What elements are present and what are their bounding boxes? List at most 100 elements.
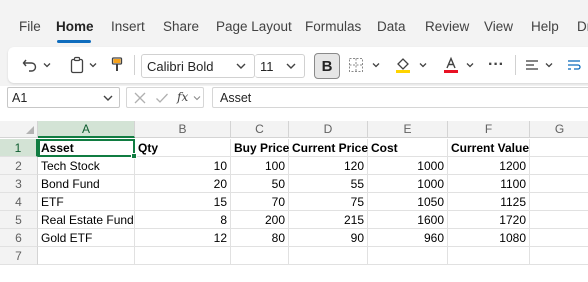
tab-view[interactable]: View bbox=[484, 19, 513, 34]
cell-e2[interactable]: 1000 bbox=[368, 157, 448, 175]
enter-check-icon[interactable] bbox=[155, 91, 169, 105]
more-options-button[interactable]: ··· bbox=[485, 55, 507, 75]
cell-c3[interactable]: 50 bbox=[231, 175, 289, 193]
cell-f3[interactable]: 1100 bbox=[448, 175, 530, 193]
undo-dropdown[interactable] bbox=[41, 55, 53, 75]
fill-color-dropdown[interactable] bbox=[417, 55, 429, 75]
cell-c4[interactable]: 70 bbox=[231, 193, 289, 211]
cell-g6[interactable] bbox=[530, 229, 588, 247]
row-header-5[interactable]: 5 bbox=[0, 211, 38, 229]
tab-help[interactable]: Help bbox=[531, 19, 559, 34]
font-size-select[interactable]: 11 bbox=[255, 54, 305, 78]
paste-button[interactable] bbox=[67, 55, 87, 75]
align-dropdown[interactable] bbox=[543, 55, 555, 75]
column-header-g[interactable]: G bbox=[530, 121, 588, 138]
font-color-dropdown[interactable] bbox=[464, 55, 476, 75]
tab-data[interactable]: Data bbox=[377, 19, 406, 34]
tab-share[interactable]: Share bbox=[163, 19, 199, 34]
cell-d1[interactable]: Current Price bbox=[289, 139, 368, 157]
cell-f2[interactable]: 1200 bbox=[448, 157, 530, 175]
wrap-text-button[interactable] bbox=[564, 55, 584, 75]
cell-d7[interactable] bbox=[289, 247, 368, 265]
paste-dropdown[interactable] bbox=[87, 55, 99, 75]
font-color-button[interactable] bbox=[441, 55, 461, 75]
cell-c7[interactable] bbox=[231, 247, 289, 265]
cell-b1[interactable]: Qty bbox=[135, 139, 231, 157]
format-painter-button[interactable] bbox=[108, 55, 126, 75]
cell-f1[interactable]: Current Value bbox=[448, 139, 530, 157]
tab-home[interactable]: Home bbox=[56, 19, 94, 34]
cell-c2[interactable]: 100 bbox=[231, 157, 289, 175]
borders-button[interactable] bbox=[346, 55, 366, 75]
font-name-select[interactable]: Calibri Bold bbox=[141, 54, 255, 78]
column-header-d[interactable]: D bbox=[289, 121, 368, 138]
cell-g5[interactable] bbox=[530, 211, 588, 229]
cell-d3[interactable]: 55 bbox=[289, 175, 368, 193]
cell-e1[interactable]: Cost bbox=[368, 139, 448, 157]
cell-d2[interactable]: 120 bbox=[289, 157, 368, 175]
row-header-2[interactable]: 2 bbox=[0, 157, 38, 175]
cell-b3[interactable]: 20 bbox=[135, 175, 231, 193]
formula-input[interactable]: Asset bbox=[212, 87, 588, 108]
cell-f7[interactable] bbox=[448, 247, 530, 265]
cell-b6[interactable]: 12 bbox=[135, 229, 231, 247]
cell-g3[interactable] bbox=[530, 175, 588, 193]
align-button[interactable] bbox=[522, 55, 542, 75]
cell-a4[interactable]: ETF bbox=[38, 193, 135, 211]
row-header-1[interactable]: 1 bbox=[0, 139, 38, 157]
cell-a2[interactable]: Tech Stock bbox=[38, 157, 135, 175]
cell-b2[interactable]: 10 bbox=[135, 157, 231, 175]
column-header-b[interactable]: B bbox=[135, 121, 231, 138]
cell-b4[interactable]: 15 bbox=[135, 193, 231, 211]
cell-f5[interactable]: 1720 bbox=[448, 211, 530, 229]
row-header-6[interactable]: 6 bbox=[0, 229, 38, 247]
borders-dropdown[interactable] bbox=[370, 55, 382, 75]
cell-e7[interactable] bbox=[368, 247, 448, 265]
row-header-7[interactable]: 7 bbox=[0, 247, 38, 265]
cancel-icon[interactable] bbox=[133, 91, 147, 105]
fill-color-button[interactable] bbox=[393, 55, 413, 75]
cell-d4[interactable]: 75 bbox=[289, 193, 368, 211]
tab-draw[interactable]: Dr bbox=[577, 19, 588, 34]
cell-e3[interactable]: 1000 bbox=[368, 175, 448, 193]
cell-g4[interactable] bbox=[530, 193, 588, 211]
cell-b5[interactable]: 8 bbox=[135, 211, 231, 229]
cell-c6[interactable]: 80 bbox=[231, 229, 289, 247]
column-header-a[interactable]: A bbox=[38, 121, 135, 138]
cell-e4[interactable]: 1050 bbox=[368, 193, 448, 211]
tab-review[interactable]: Review bbox=[425, 19, 469, 34]
cell-c5[interactable]: 200 bbox=[231, 211, 289, 229]
cell-b7[interactable] bbox=[135, 247, 231, 265]
row-header-4[interactable]: 4 bbox=[0, 193, 38, 211]
cell-e6[interactable]: 960 bbox=[368, 229, 448, 247]
cell-a6[interactable]: Gold ETF bbox=[38, 229, 135, 247]
column-header-f[interactable]: F bbox=[448, 121, 530, 138]
cell-f6[interactable]: 1080 bbox=[448, 229, 530, 247]
column-header-e[interactable]: E bbox=[368, 121, 448, 138]
cell-c1[interactable]: Buy Price bbox=[231, 139, 289, 157]
tab-page-layout[interactable]: Page Layout bbox=[216, 19, 292, 34]
cell-d5[interactable]: 215 bbox=[289, 211, 368, 229]
cell-g7[interactable] bbox=[530, 247, 588, 265]
fill-handle[interactable] bbox=[131, 153, 137, 159]
cell-a1[interactable]: Asset bbox=[38, 139, 135, 157]
cell-g1[interactable] bbox=[530, 139, 588, 157]
cell-a5[interactable]: Real Estate Fund bbox=[38, 211, 135, 229]
cell-a3[interactable]: Bond Fund bbox=[38, 175, 135, 193]
cell-a7[interactable] bbox=[38, 247, 135, 265]
chevron-down-icon[interactable] bbox=[193, 94, 201, 102]
tab-formulas[interactable]: Formulas bbox=[305, 19, 361, 34]
insert-function-icon[interactable]: fx bbox=[177, 90, 188, 104]
undo-button[interactable] bbox=[20, 55, 40, 75]
column-header-c[interactable]: C bbox=[231, 121, 289, 138]
row-header-3[interactable]: 3 bbox=[0, 175, 38, 193]
bold-button[interactable]: B bbox=[314, 53, 340, 79]
cell-e5[interactable]: 1600 bbox=[368, 211, 448, 229]
tab-file[interactable]: File bbox=[19, 19, 41, 34]
tab-insert[interactable]: Insert bbox=[111, 19, 145, 34]
name-box[interactable]: A1 bbox=[7, 87, 120, 108]
cell-f4[interactable]: 1125 bbox=[448, 193, 530, 211]
cell-g2[interactable] bbox=[530, 157, 588, 175]
cell-d6[interactable]: 90 bbox=[289, 229, 368, 247]
select-all-corner[interactable] bbox=[0, 121, 38, 138]
